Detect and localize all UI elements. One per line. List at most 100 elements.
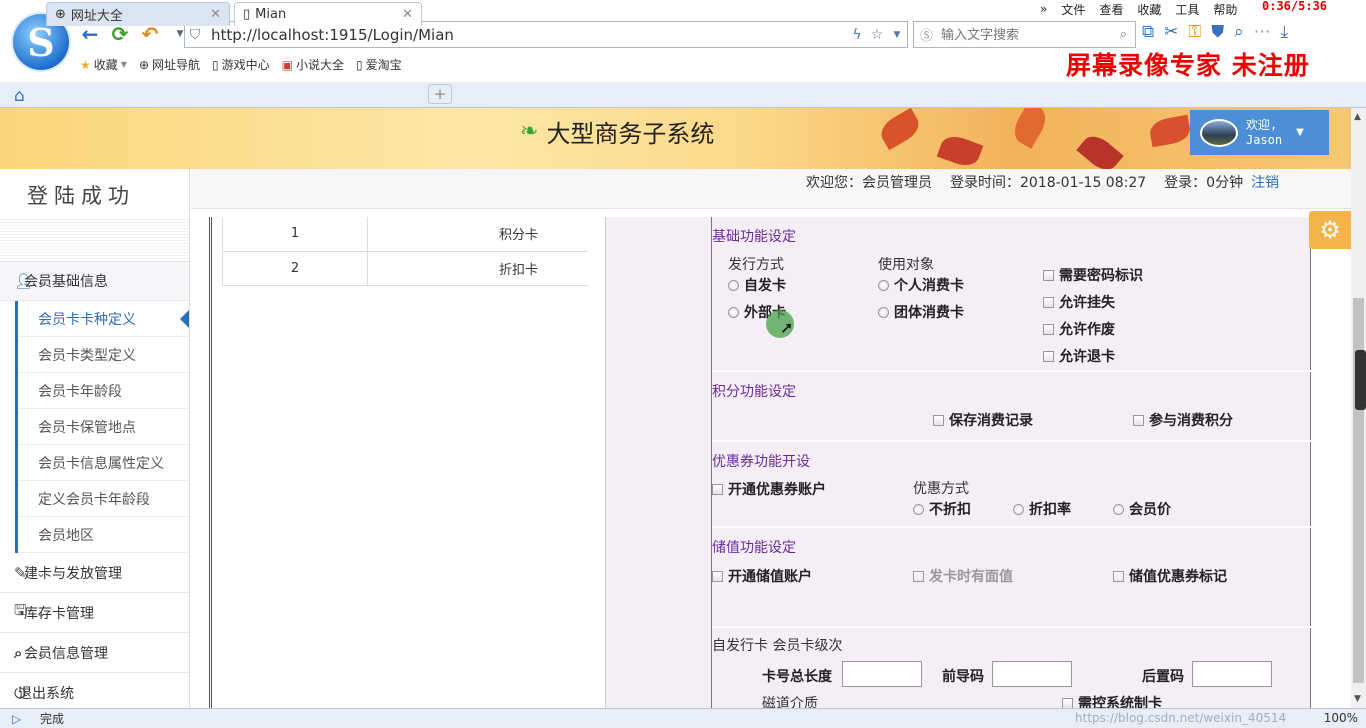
radio-icon[interactable]	[878, 279, 889, 291]
sidebar-group-member-info[interactable]: ⌕ 会员信息管理 ⌄	[0, 633, 189, 673]
sidebar: 登陆成功 👤︎ 会员基础信息 ⌄ 会员卡卡种定义 会员卡类型定义 会员卡年龄段 …	[0, 169, 190, 708]
bookmark-games[interactable]: ▯ 游戏中心	[212, 56, 270, 73]
checkbox-icon[interactable]	[712, 483, 723, 495]
search-input[interactable]	[941, 27, 1120, 42]
check-earn-points[interactable]: 参与消费积分	[1133, 410, 1233, 430]
side-widget[interactable]	[1355, 350, 1366, 410]
radio-member-price[interactable]: 会员价	[1113, 499, 1171, 519]
bookmark-nav[interactable]: ⊕ 网址导航	[139, 56, 200, 73]
table-row[interactable]: 1 积分卡	[222, 217, 588, 252]
checkbox-icon[interactable]	[1043, 323, 1054, 335]
sidebar-item-define-age[interactable]: 定义会员卡年龄段	[18, 481, 189, 517]
checkbox-icon[interactable]	[1062, 697, 1073, 708]
tab-site-directory[interactable]: ⊕ 网址大全 ✕	[46, 2, 230, 26]
radio-discount-rate[interactable]: 折扣率	[1013, 499, 1071, 519]
sidebar-group-stock[interactable]: 🖫︎ 库存卡管理 ⌄	[0, 593, 189, 633]
bookmark-novels[interactable]: ▣ 小说大全	[282, 56, 344, 73]
radio-no-discount[interactable]: 不折扣	[913, 499, 971, 519]
sidebar-logout[interactable]: ⏻ 退出系统	[0, 673, 189, 708]
key-icon[interactable]: ⚿	[1188, 22, 1201, 42]
lightning-icon[interactable]: ϟ	[847, 27, 867, 43]
section-title: 积分功能设定	[712, 384, 796, 400]
menu-view[interactable]: 查看	[1099, 1, 1123, 18]
check-open-stored[interactable]: 开通储值账户	[712, 566, 812, 586]
checkbox-icon[interactable]	[913, 570, 924, 582]
radio-personal[interactable]: 个人消费卡	[878, 275, 964, 295]
frame-border	[209, 217, 212, 708]
search-engine-icon[interactable]: Ⓢ	[920, 25, 933, 44]
more-icon[interactable]: ⋯	[1254, 22, 1271, 42]
radio-icon[interactable]	[913, 503, 924, 515]
check-face-value[interactable]: 发卡时有面值	[913, 566, 1013, 586]
checkbox-icon[interactable]	[1043, 350, 1054, 362]
checkbox-icon[interactable]	[1133, 414, 1144, 426]
play-icon[interactable]: ▷	[12, 712, 21, 726]
radio-icon[interactable]	[728, 306, 739, 318]
bookmark-favorites[interactable]: ★ 收藏 ▼	[80, 56, 127, 73]
menu-favorites[interactable]: 收藏	[1137, 1, 1161, 18]
menu-chevron-icon[interactable]: »	[1040, 2, 1047, 16]
shield-icon[interactable]: ⛊	[1211, 22, 1224, 42]
checkbox-icon[interactable]	[1113, 570, 1124, 582]
star-icon[interactable]: ☆	[867, 27, 887, 43]
caret-down-icon[interactable]: ▼	[1296, 127, 1304, 138]
checkbox-icon[interactable]	[933, 414, 944, 426]
radio-group[interactable]: 团体消费卡	[878, 302, 964, 322]
zoom-level[interactable]: 100%	[1324, 711, 1358, 725]
menu-help[interactable]: 帮助	[1213, 1, 1237, 18]
sidebar-item-card-kind[interactable]: 会员卡卡种定义	[18, 301, 189, 337]
new-tab-button[interactable]: +	[428, 84, 452, 104]
star-icon: ★	[80, 57, 91, 72]
card-length-input[interactable]	[842, 661, 922, 687]
sidebar-group-member-basic[interactable]: 👤︎ 会员基础信息 ⌄	[0, 261, 189, 301]
radio-icon[interactable]	[1113, 503, 1124, 515]
scroll-up-icon[interactable]: ▲	[1354, 112, 1361, 122]
bookmark-taobao[interactable]: ▯ 爱淘宝	[356, 56, 402, 73]
close-icon[interactable]: ✕	[210, 7, 221, 22]
check-save-records[interactable]: 保存消费记录	[933, 410, 1033, 430]
radio-icon[interactable]	[728, 279, 739, 291]
search-box[interactable]: Ⓢ ⌕	[913, 21, 1136, 48]
search-tool-icon[interactable]: ⌕	[1234, 22, 1244, 42]
suffix-input[interactable]	[1192, 661, 1272, 687]
sidebar-item-card-age[interactable]: 会员卡年龄段	[18, 373, 189, 409]
settings-gear-icon[interactable]: ⚙	[1309, 211, 1351, 249]
check-system-card[interactable]: 需控系统制卡	[1062, 693, 1162, 708]
scissors-icon[interactable]: ✂	[1164, 22, 1178, 42]
check-open-coupon[interactable]: 开通优惠券账户	[712, 479, 826, 499]
cell-name: 折扣卡	[367, 251, 588, 286]
scroll-down-icon[interactable]: ▼	[1354, 694, 1361, 704]
search-icon[interactable]: ⌕	[1120, 27, 1127, 42]
logout-link[interactable]: 注销	[1251, 172, 1279, 192]
sidebar-item-card-attr[interactable]: 会员卡信息属性定义	[18, 445, 189, 481]
sidebar-item-card-location[interactable]: 会员卡保管地点	[18, 409, 189, 445]
check-password[interactable]: 需要密码标识	[1043, 265, 1143, 285]
sidebar-group-card-issue[interactable]: ✎ 建卡与发放管理 ⌄	[0, 553, 189, 593]
home-icon[interactable]: ⌂	[14, 86, 25, 106]
menu-file[interactable]: 文件	[1061, 1, 1085, 18]
screenshot-icon[interactable]: ⧉	[1142, 22, 1154, 42]
table-row[interactable]: 2 折扣卡	[222, 251, 588, 286]
check-report-loss[interactable]: 允许挂失	[1043, 292, 1115, 312]
check-void[interactable]: 允许作废	[1043, 319, 1115, 339]
radio-icon[interactable]	[1013, 503, 1024, 515]
checkbox-icon[interactable]	[712, 570, 723, 582]
checkbox-icon[interactable]	[1043, 269, 1054, 281]
section-title: 优惠券功能开设	[712, 454, 810, 470]
radio-self-issue[interactable]: 自发卡	[728, 275, 786, 295]
radio-icon[interactable]	[878, 306, 889, 318]
menu-tools[interactable]: 工具	[1175, 1, 1199, 18]
tab-mian[interactable]: ▯ Mian ✕	[234, 2, 422, 26]
check-stored-coupon[interactable]: 储值优惠券标记	[1113, 566, 1227, 586]
dropdown-icon[interactable]: ▼	[887, 30, 907, 40]
check-refund[interactable]: 允许退卡	[1043, 346, 1115, 366]
close-icon[interactable]: ✕	[402, 7, 413, 22]
url-text[interactable]: http://localhost:1915/Login/Mian	[211, 26, 847, 44]
browser-window: » 文件 查看 收藏 工具 帮助 0:36/5:36 S ← ⟳ ↶ ▼ ⛉ h…	[0, 0, 1366, 728]
user-menu[interactable]: 欢迎, Jason ▼	[1190, 110, 1329, 155]
download-icon[interactable]: ⤓	[1281, 22, 1289, 42]
sidebar-item-card-type[interactable]: 会员卡类型定义	[18, 337, 189, 373]
sidebar-item-region[interactable]: 会员地区	[18, 517, 189, 553]
prefix-input[interactable]	[992, 661, 1072, 687]
checkbox-icon[interactable]	[1043, 296, 1054, 308]
